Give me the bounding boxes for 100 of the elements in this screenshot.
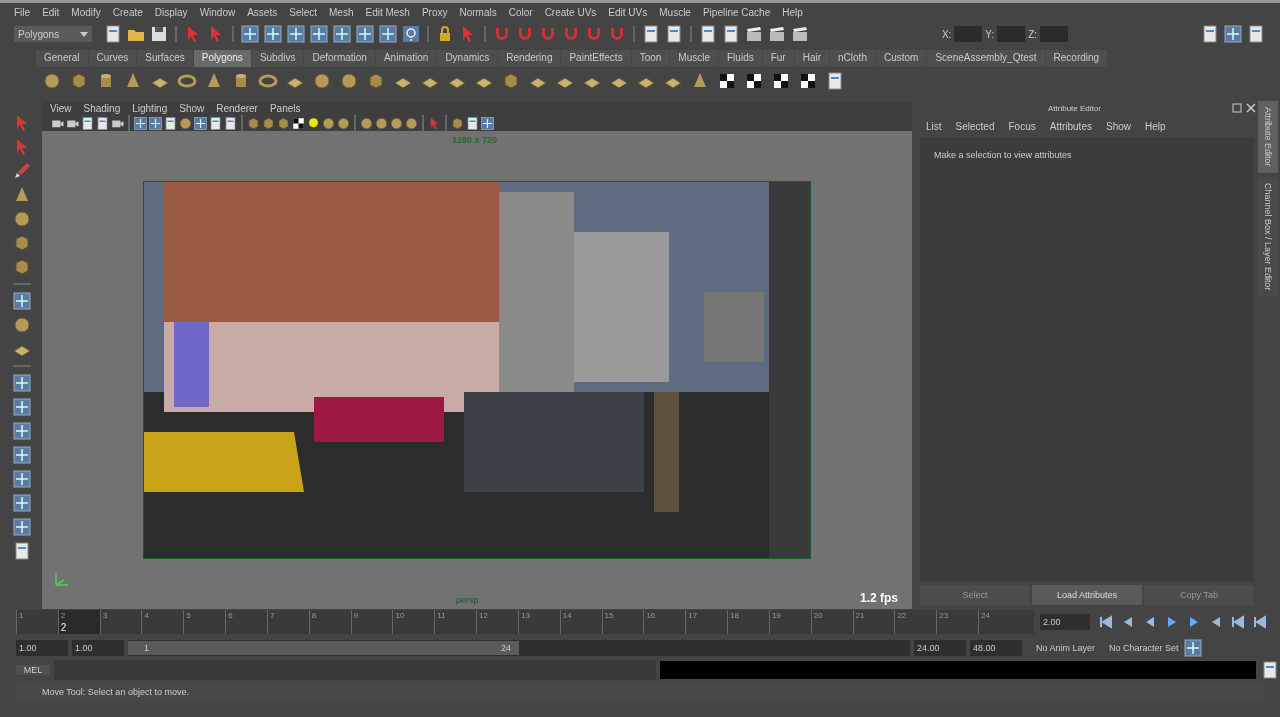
character-set-label[interactable]: No Character Set <box>1109 643 1179 653</box>
checker-icon[interactable] <box>798 71 818 91</box>
page-icon[interactable] <box>12 541 32 561</box>
sphere-icon[interactable] <box>404 115 419 131</box>
cube-icon[interactable] <box>246 115 261 131</box>
grid-icon[interactable] <box>12 445 32 465</box>
grid-icon[interactable] <box>193 115 208 131</box>
shelf-tab[interactable]: SceneAssembly_Qtest <box>927 50 1045 67</box>
menu-item[interactable]: Panels <box>263 102 307 114</box>
sphere-icon[interactable] <box>321 115 336 131</box>
checker-icon[interactable] <box>744 71 764 91</box>
menu-item[interactable]: Modify <box>65 7 107 18</box>
menu-item[interactable]: Edit Mesh <box>359 7 416 18</box>
brush-icon[interactable] <box>12 161 32 181</box>
sphere-icon[interactable] <box>336 115 351 131</box>
menu-item[interactable]: Create <box>106 7 149 18</box>
coordinate-field[interactable] <box>1040 26 1069 42</box>
sphere-icon[interactable] <box>374 115 389 131</box>
grid-icon[interactable] <box>286 24 306 44</box>
menu-item[interactable]: List <box>920 120 948 132</box>
cube-icon[interactable] <box>12 233 32 253</box>
shelf-tab[interactable]: Surfaces <box>137 50 193 67</box>
sphere-icon[interactable] <box>359 115 374 131</box>
grid-icon[interactable] <box>332 24 352 44</box>
shelf-tab[interactable]: Fluids <box>719 50 762 67</box>
menu-item[interactable]: Lighting <box>126 102 174 114</box>
sphere-icon[interactable] <box>339 71 359 91</box>
playback-start-field[interactable]: 1.00 <box>72 640 124 656</box>
cube-icon[interactable] <box>276 115 291 131</box>
menu-item[interactable]: Show <box>173 102 211 114</box>
close-icon[interactable] <box>1246 103 1256 113</box>
page-icon[interactable] <box>641 24 661 44</box>
page-icon[interactable] <box>80 115 95 131</box>
grid-icon[interactable] <box>240 24 260 44</box>
time-slider[interactable]: 1 2 2 3 4 5 6 7 8 9 10 11 12 13 14 15 16 17 18 19 20 21 22 23 24 <box>16 610 1034 634</box>
page-icon[interactable] <box>1260 660 1280 680</box>
grid-icon[interactable] <box>355 24 375 44</box>
menu-item[interactable]: Normals <box>453 7 503 18</box>
grid-icon[interactable] <box>12 373 32 393</box>
menu-set-dropdown[interactable]: Polygons <box>14 26 92 42</box>
menu-item[interactable]: Color <box>502 7 539 18</box>
shelf-tab[interactable]: Animation <box>375 50 437 67</box>
page-icon[interactable] <box>95 115 110 131</box>
page-icon[interactable] <box>664 24 684 44</box>
menu-item[interactable]: Window <box>193 7 242 18</box>
current-time-field[interactable]: 2.00 <box>1040 614 1090 630</box>
grid-icon[interactable] <box>12 397 32 417</box>
menu-item[interactable]: Edit UVs <box>602 7 654 18</box>
menu-item[interactable]: Edit <box>36 7 66 18</box>
shelf-tab[interactable]: Dynamics <box>437 50 498 67</box>
grid-icon[interactable] <box>148 115 163 131</box>
page-icon[interactable] <box>163 115 178 131</box>
menu-item[interactable]: View <box>44 102 78 114</box>
page-icon[interactable] <box>208 115 223 131</box>
menu-item[interactable]: Renderer <box>210 102 264 114</box>
page-icon[interactable] <box>223 115 238 131</box>
page-icon[interactable] <box>698 24 718 44</box>
sphere-icon[interactable] <box>12 209 32 229</box>
float-icon[interactable] <box>1232 103 1242 113</box>
checker-icon[interactable] <box>717 71 737 91</box>
grid-icon[interactable] <box>12 517 32 537</box>
page-icon[interactable] <box>103 24 123 44</box>
side-tab[interactable]: Attribute Editor <box>1258 101 1278 173</box>
menu-item[interactable]: Help <box>1139 120 1172 132</box>
checker-icon[interactable] <box>291 115 306 131</box>
command-language-label[interactable]: MEL <box>16 665 50 675</box>
menu-item[interactable]: Shading <box>77 102 127 114</box>
shelf-tab[interactable]: Fur <box>762 50 794 67</box>
question-icon[interactable] <box>401 24 421 44</box>
shelf-tab[interactable]: Polygons <box>193 50 251 67</box>
cube-icon[interactable] <box>261 115 276 131</box>
cube-icon[interactable] <box>501 71 521 91</box>
shelf-tab[interactable]: Recording <box>1045 50 1108 67</box>
menu-item[interactable]: Assets <box>241 7 284 18</box>
anim-layer-label[interactable]: No Anim Layer <box>1036 643 1096 653</box>
end-time-field[interactable]: 48.00 <box>970 640 1022 656</box>
cube-icon[interactable] <box>69 71 89 91</box>
grid-icon[interactable] <box>12 469 32 489</box>
page-icon[interactable] <box>825 71 845 91</box>
grid-icon[interactable] <box>12 493 32 513</box>
menu-item[interactable]: Display <box>148 7 194 18</box>
page-icon[interactable] <box>721 24 741 44</box>
shelf-tab[interactable]: Custom <box>875 50 927 67</box>
page-icon[interactable] <box>465 115 480 131</box>
clapper-icon[interactable] <box>744 24 764 44</box>
menu-item[interactable]: Select <box>283 7 323 18</box>
grid-icon[interactable] <box>1223 24 1243 44</box>
shelf-tab[interactable]: Hair <box>794 50 830 67</box>
cube-icon[interactable] <box>450 115 465 131</box>
grid-icon[interactable] <box>12 291 32 311</box>
shelf-tab[interactable]: PaintEffects <box>561 50 631 67</box>
shelf-tab[interactable]: Deformation <box>304 50 375 67</box>
grid-icon[interactable] <box>480 115 495 131</box>
shelf-tab[interactable]: Curves <box>88 50 137 67</box>
sphere-icon[interactable] <box>42 71 62 91</box>
menu-item[interactable]: Show <box>1099 120 1137 132</box>
menu-item[interactable]: Create UVs <box>538 7 603 18</box>
menu-item[interactable]: Mesh <box>323 7 360 18</box>
menu-item[interactable]: Muscle <box>653 7 697 18</box>
sphere-icon[interactable] <box>389 115 404 131</box>
